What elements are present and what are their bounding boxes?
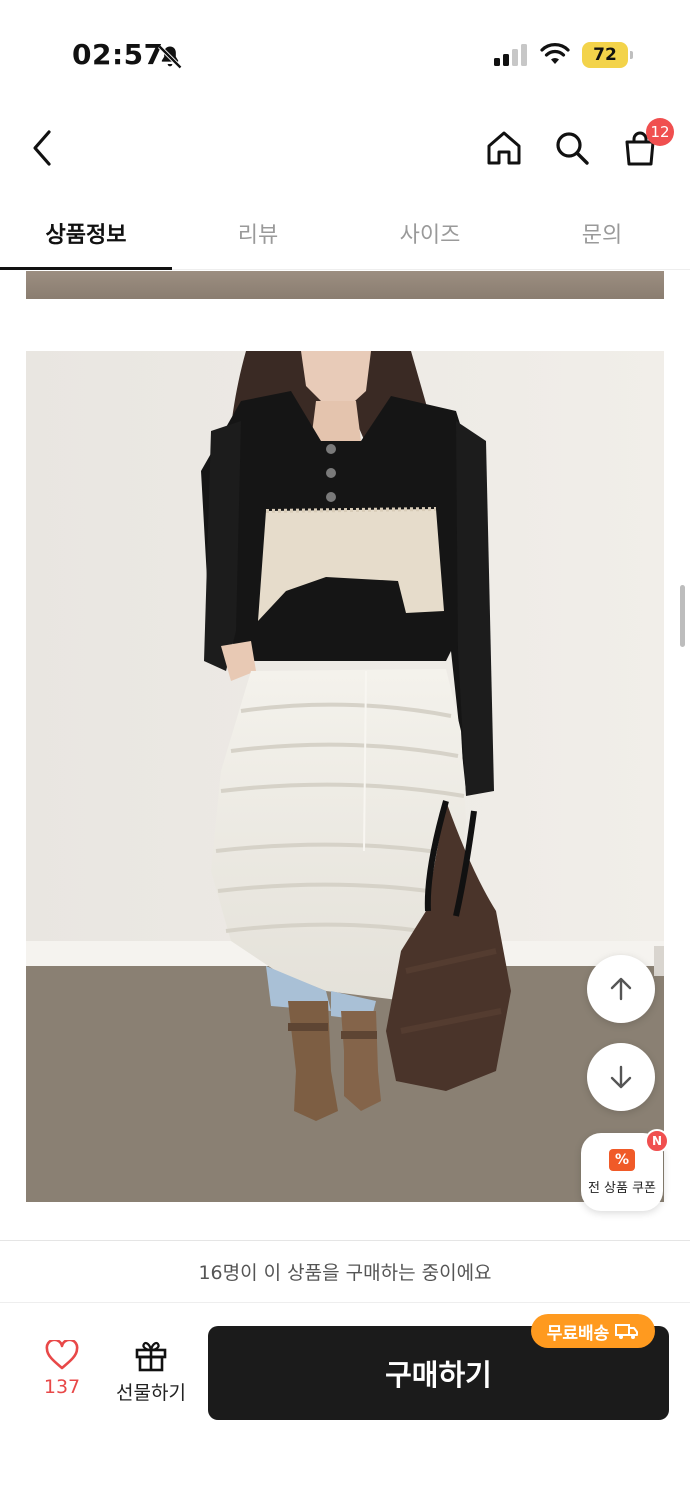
tab-product-info[interactable]: 상품정보 [0,198,172,268]
cart-button[interactable]: 12 [616,118,674,172]
search-button[interactable] [548,124,596,172]
tab-reviews[interactable]: 리뷰 [172,198,344,268]
active-tab-indicator [0,267,172,270]
scroll-indicator[interactable] [680,585,685,647]
arrow-up-icon [610,977,632,1001]
like-count: 137 [43,1376,81,1398]
free-shipping-badge: 무료배송 [531,1314,655,1348]
scroll-bottom-button[interactable] [587,1043,655,1111]
gift-button[interactable]: 선물하기 [108,1340,194,1420]
coupon-label: 전 상품 쿠폰 [587,1180,657,1196]
back-icon [33,130,51,166]
scroll-top-button[interactable] [587,955,655,1023]
gift-icon [135,1341,167,1372]
status-bar: 02:57 72 [0,0,690,100]
product-photo [26,351,664,1202]
coupon-icon: % [609,1148,635,1171]
truck-icon [615,1324,639,1339]
bell-off-icon [158,45,182,69]
home-button[interactable] [480,124,528,172]
arrow-down-icon [610,1065,632,1089]
back-button[interactable] [22,126,62,170]
gift-label: 선물하기 [116,1382,186,1404]
tab-inquiry[interactable]: 문의 [516,198,688,268]
product-tabs: 상품정보 리뷰 사이즈 문의 [0,198,690,270]
buying-now-notice: 16명이 이 상품을 구매하는 중이에요 [0,1241,690,1303]
coupon-button[interactable]: % 전 상품 쿠폰 N [581,1129,669,1211]
coupon-new-badge: N [645,1129,669,1153]
heart-icon [45,1340,79,1370]
signal-icon [494,44,527,66]
search-icon [556,132,589,165]
wifi-icon [540,43,570,64]
top-navigation: 12 [0,110,690,190]
cart-count-badge: 12 [646,118,674,146]
tab-size[interactable]: 사이즈 [344,198,516,268]
previous-product-photo [26,271,664,299]
home-icon [487,131,521,165]
status-time: 02:57 [72,38,164,71]
battery-icon: 72 [582,42,633,68]
like-button[interactable]: 137 [22,1340,102,1420]
battery-level: 72 [593,45,617,65]
free-shipping-label: 무료배송 [546,1323,610,1344]
